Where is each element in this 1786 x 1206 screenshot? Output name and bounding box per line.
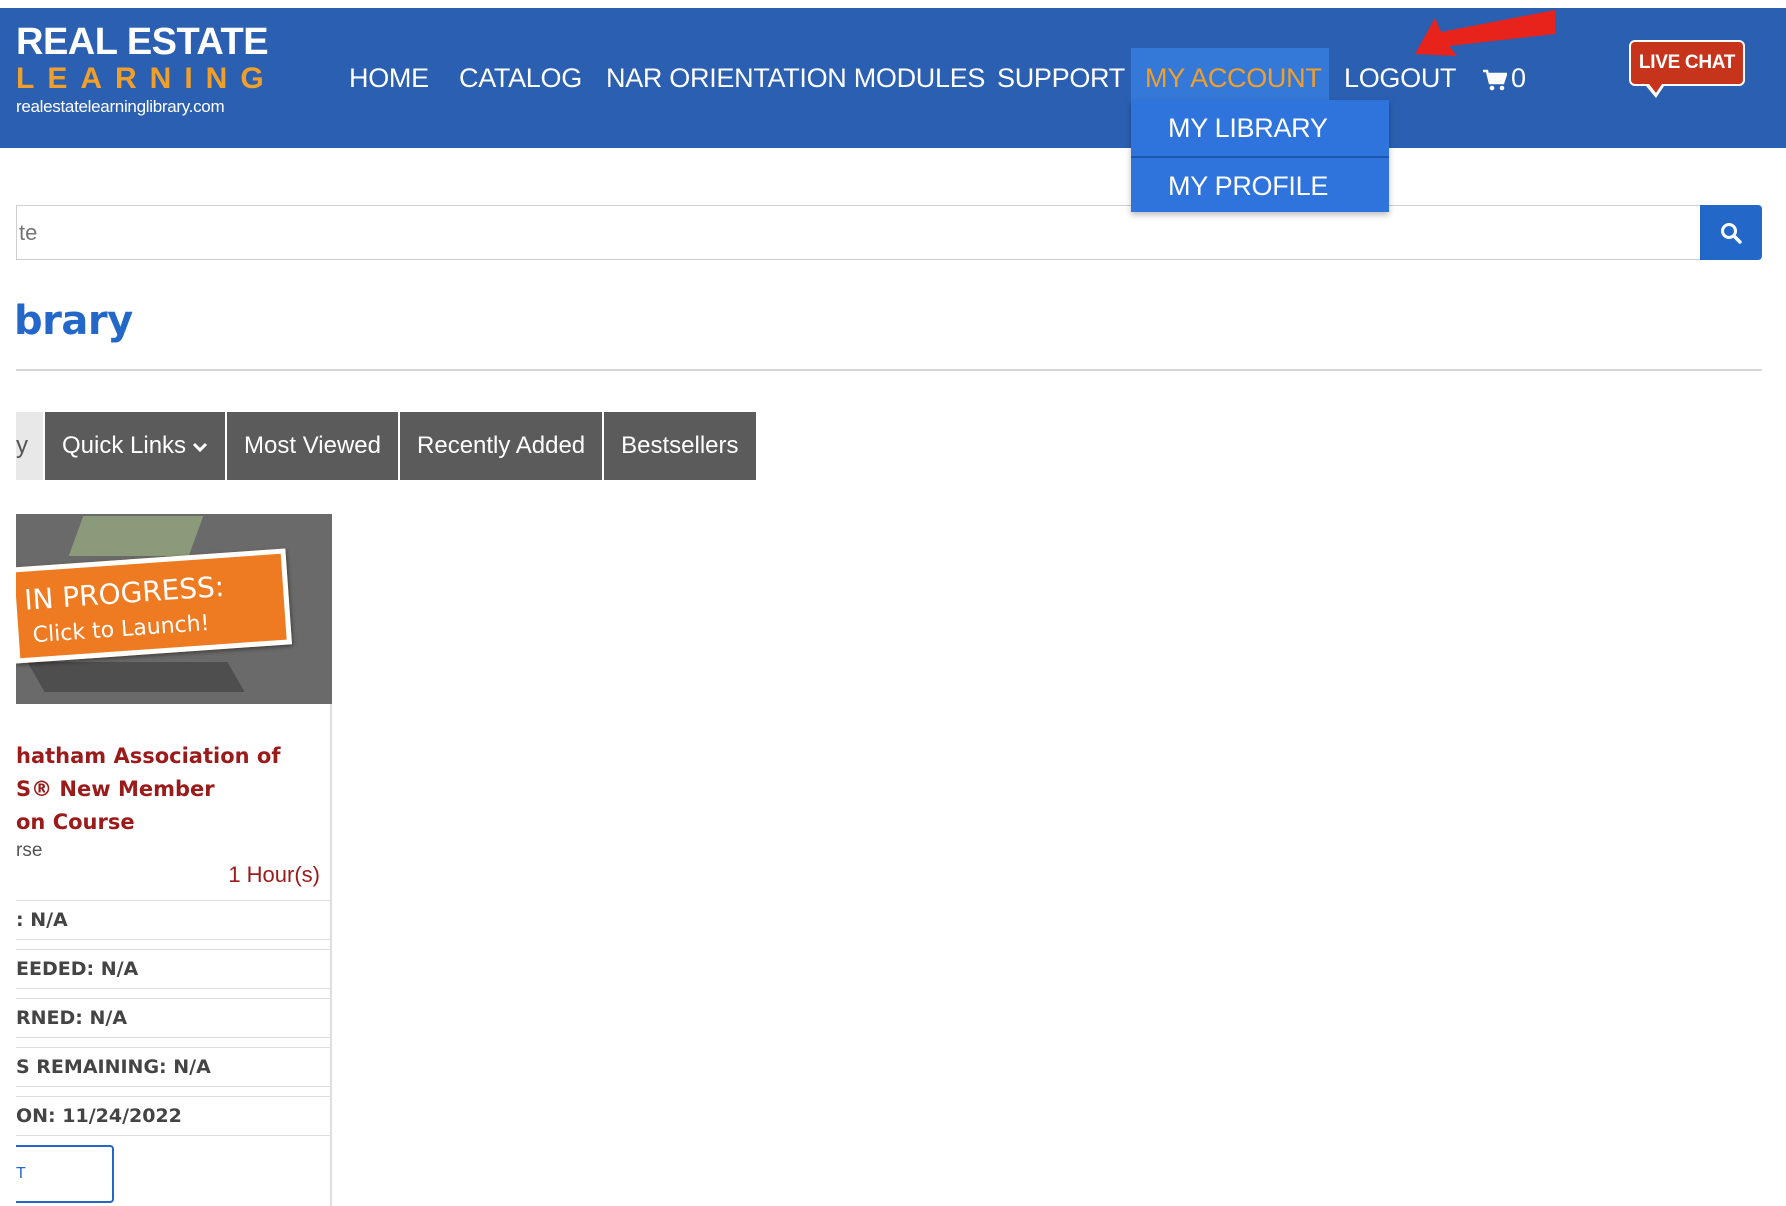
live-chat-tail-fill	[1649, 84, 1662, 93]
info-row: RNED: N/A	[16, 998, 332, 1038]
dropdown-my-profile[interactable]: MY PROFILE	[1131, 156, 1389, 212]
tab-library[interactable]: y	[16, 412, 43, 480]
tab-most-viewed[interactable]: Most Viewed	[227, 412, 399, 480]
banner-action: Click to Launch!	[31, 610, 211, 649]
logo-url: realestatelearninglibrary.com	[16, 97, 225, 116]
info-row: EEDED: N/A	[16, 949, 332, 989]
nav-nar-orientation-modules[interactable]: NAR ORIENTATION MODULES	[606, 48, 985, 108]
title-divider	[16, 369, 1762, 371]
chevron-down-icon	[192, 442, 208, 452]
tab-quick-links-label: Quick Links	[62, 432, 187, 459]
thumbnail-plant	[68, 516, 204, 556]
banner-status: IN PROGRESS:	[23, 569, 226, 617]
course-title-line: on Course	[16, 810, 135, 834]
course-type: rse	[16, 840, 43, 861]
nav-catalog[interactable]: CATALOG	[459, 48, 582, 108]
course-action-button[interactable]: T	[16, 1145, 114, 1203]
nav-cart[interactable]: 0	[1483, 48, 1526, 108]
course-thumbnail[interactable]: IN PROGRESS: Click to Launch!	[16, 514, 332, 704]
tab-recently-added[interactable]: Recently Added	[400, 412, 603, 480]
info-row: ON: 11/24/2022	[16, 1096, 332, 1136]
red-arrow-icon	[1415, 10, 1555, 56]
in-progress-banner[interactable]: IN PROGRESS: Click to Launch!	[16, 548, 293, 664]
course-hours: 1 Hour(s)	[228, 862, 320, 887]
cart-icon	[1483, 69, 1508, 91]
course-title[interactable]: hatham Association of S® New Member on C…	[16, 740, 316, 839]
course-title-line: S® New Member	[16, 777, 215, 801]
search-input[interactable]	[17, 206, 1700, 259]
search-button[interactable]	[1700, 205, 1762, 260]
my-account-dropdown: MY LIBRARY MY PROFILE	[1131, 100, 1389, 212]
course-title-line: hatham Association of	[16, 744, 281, 768]
tab-bestsellers[interactable]: Bestsellers	[604, 412, 756, 480]
dropdown-my-library[interactable]: MY LIBRARY	[1131, 100, 1389, 156]
site-logo[interactable]: REAL ESTATE LEARNING realestatelearningl…	[16, 22, 277, 118]
logo-line-1: REAL ESTATE	[16, 21, 269, 63]
nav-support[interactable]: SUPPORT	[997, 48, 1125, 108]
live-chat-button[interactable]: LIVE CHAT	[1629, 40, 1745, 86]
nav-my-account[interactable]: MY ACCOUNT	[1131, 48, 1329, 108]
search-box	[16, 205, 1700, 260]
page-title: brary	[14, 298, 133, 344]
search-icon	[1721, 223, 1742, 244]
info-row: S REMAINING: N/A	[16, 1047, 332, 1087]
course-card: IN PROGRESS: Click to Launch! hatham Ass…	[16, 514, 332, 1206]
thumbnail-laptop	[27, 662, 245, 692]
nav-logout[interactable]: LOGOUT	[1344, 48, 1457, 108]
library-tabs: y Quick Links Most Viewed Recently Added…	[16, 412, 758, 480]
logo-line-2: LEARNING	[16, 62, 277, 95]
info-row: : N/A	[16, 900, 332, 940]
cart-count: 0	[1511, 63, 1526, 93]
tab-quick-links[interactable]: Quick Links	[45, 412, 226, 480]
nav-home[interactable]: HOME	[349, 48, 429, 108]
